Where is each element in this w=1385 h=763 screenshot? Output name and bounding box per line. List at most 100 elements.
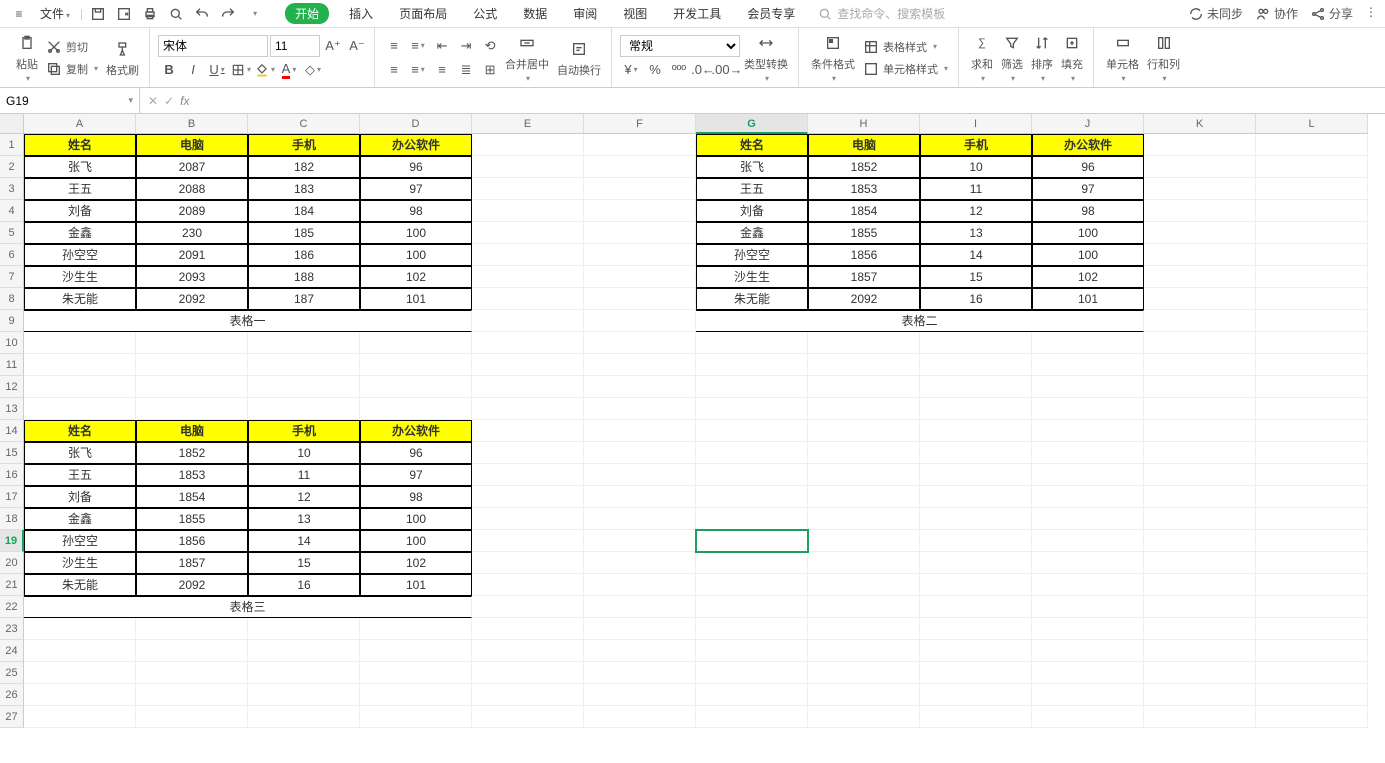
cell-J21[interactable]: [1032, 574, 1144, 596]
cell-F15[interactable]: [584, 442, 696, 464]
row-header-18[interactable]: 18: [0, 508, 24, 530]
row-header-17[interactable]: 17: [0, 486, 24, 508]
cell-G3[interactable]: 王五: [696, 178, 808, 200]
cell-E14[interactable]: [472, 420, 584, 442]
row-header-3[interactable]: 3: [0, 178, 24, 200]
cell-G13[interactable]: [696, 398, 808, 420]
cell-D7[interactable]: 102: [360, 266, 472, 288]
cell-E3[interactable]: [472, 178, 584, 200]
cell-J20[interactable]: [1032, 552, 1144, 574]
cell-B6[interactable]: 2091: [136, 244, 248, 266]
cell-E8[interactable]: [472, 288, 584, 310]
row-header-11[interactable]: 11: [0, 354, 24, 376]
cell-G26[interactable]: [696, 684, 808, 706]
font-grow[interactable]: A⁺: [322, 35, 344, 57]
fill-color-button[interactable]: [254, 59, 276, 81]
row-header-10[interactable]: 10: [0, 332, 24, 354]
cell-H4[interactable]: 1854: [808, 200, 920, 222]
cell-A7[interactable]: 沙生生: [24, 266, 136, 288]
cell-E23[interactable]: [472, 618, 584, 640]
formula-input[interactable]: [195, 93, 1377, 108]
cell-I10[interactable]: [920, 332, 1032, 354]
cell-J25[interactable]: [1032, 662, 1144, 684]
cell-L23[interactable]: [1256, 618, 1368, 640]
row-header-22[interactable]: 22: [0, 596, 24, 618]
cell-H11[interactable]: [808, 354, 920, 376]
dec-dec[interactable]: .00→: [716, 59, 738, 81]
indent-dec[interactable]: ⇤: [431, 35, 453, 57]
cell-I19[interactable]: [920, 530, 1032, 552]
cell-J12[interactable]: [1032, 376, 1144, 398]
cell-L6[interactable]: [1256, 244, 1368, 266]
cell-H7[interactable]: 1857: [808, 266, 920, 288]
cell-F27[interactable]: [584, 706, 696, 728]
cell-C1[interactable]: 手机: [248, 134, 360, 156]
cell-D13[interactable]: [360, 398, 472, 420]
cell-C14[interactable]: 手机: [248, 420, 360, 442]
cell-E27[interactable]: [472, 706, 584, 728]
cell-H27[interactable]: [808, 706, 920, 728]
cond-format[interactable]: 条件格式: [807, 32, 859, 83]
cell-L12[interactable]: [1256, 376, 1368, 398]
cell-L13[interactable]: [1256, 398, 1368, 420]
cell-G17[interactable]: [696, 486, 808, 508]
cell-H8[interactable]: 2092: [808, 288, 920, 310]
cell-K12[interactable]: [1144, 376, 1256, 398]
cell-F4[interactable]: [584, 200, 696, 222]
sum-button[interactable]: ∑求和: [967, 32, 997, 83]
cell-K24[interactable]: [1144, 640, 1256, 662]
tab-vip[interactable]: 会员专享: [741, 3, 801, 24]
cell-I24[interactable]: [920, 640, 1032, 662]
row-header-20[interactable]: 20: [0, 552, 24, 574]
qat-more[interactable]: [243, 3, 265, 25]
cell-D23[interactable]: [360, 618, 472, 640]
cell-F16[interactable]: [584, 464, 696, 486]
cell-F14[interactable]: [584, 420, 696, 442]
save-icon[interactable]: [87, 3, 109, 25]
cell-E11[interactable]: [472, 354, 584, 376]
cell-C2[interactable]: 182: [248, 156, 360, 178]
cell-G23[interactable]: [696, 618, 808, 640]
cell-D19[interactable]: 100: [360, 530, 472, 552]
col-header-C[interactable]: C: [248, 114, 360, 134]
cell-G18[interactable]: [696, 508, 808, 530]
cell-I5[interactable]: 13: [920, 222, 1032, 244]
cell-I26[interactable]: [920, 684, 1032, 706]
cell-B12[interactable]: [136, 376, 248, 398]
cell-A20[interactable]: 沙生生: [24, 552, 136, 574]
cell-J14[interactable]: [1032, 420, 1144, 442]
align-top[interactable]: ≡: [383, 35, 405, 57]
name-box-input[interactable]: [6, 94, 76, 108]
cell-J23[interactable]: [1032, 618, 1144, 640]
cell-K21[interactable]: [1144, 574, 1256, 596]
orientation[interactable]: ⟲: [479, 35, 501, 57]
row-header-12[interactable]: 12: [0, 376, 24, 398]
cell-D18[interactable]: 100: [360, 508, 472, 530]
row-header-7[interactable]: 7: [0, 266, 24, 288]
cell-J1[interactable]: 办公软件: [1032, 134, 1144, 156]
cell-I25[interactable]: [920, 662, 1032, 684]
fill-button[interactable]: 填充: [1057, 32, 1087, 83]
cell-D4[interactable]: 98: [360, 200, 472, 222]
cell-D20[interactable]: 102: [360, 552, 472, 574]
cell-G14[interactable]: [696, 420, 808, 442]
cell-K3[interactable]: [1144, 178, 1256, 200]
cell-I8[interactable]: 16: [920, 288, 1032, 310]
cell-F23[interactable]: [584, 618, 696, 640]
cell-L24[interactable]: [1256, 640, 1368, 662]
cell-I21[interactable]: [920, 574, 1032, 596]
cell-G16[interactable]: [696, 464, 808, 486]
cell-E21[interactable]: [472, 574, 584, 596]
paste-button[interactable]: 粘贴: [12, 32, 42, 83]
cell-E26[interactable]: [472, 684, 584, 706]
font-name-select[interactable]: [158, 35, 268, 57]
cell-K11[interactable]: [1144, 354, 1256, 376]
row-header-19[interactable]: 19: [0, 530, 24, 552]
cell-B5[interactable]: 230: [136, 222, 248, 244]
cell-K15[interactable]: [1144, 442, 1256, 464]
cell-L14[interactable]: [1256, 420, 1368, 442]
cell-C13[interactable]: [248, 398, 360, 420]
cell-A18[interactable]: 金鑫: [24, 508, 136, 530]
cell-B24[interactable]: [136, 640, 248, 662]
cell-B20[interactable]: 1857: [136, 552, 248, 574]
